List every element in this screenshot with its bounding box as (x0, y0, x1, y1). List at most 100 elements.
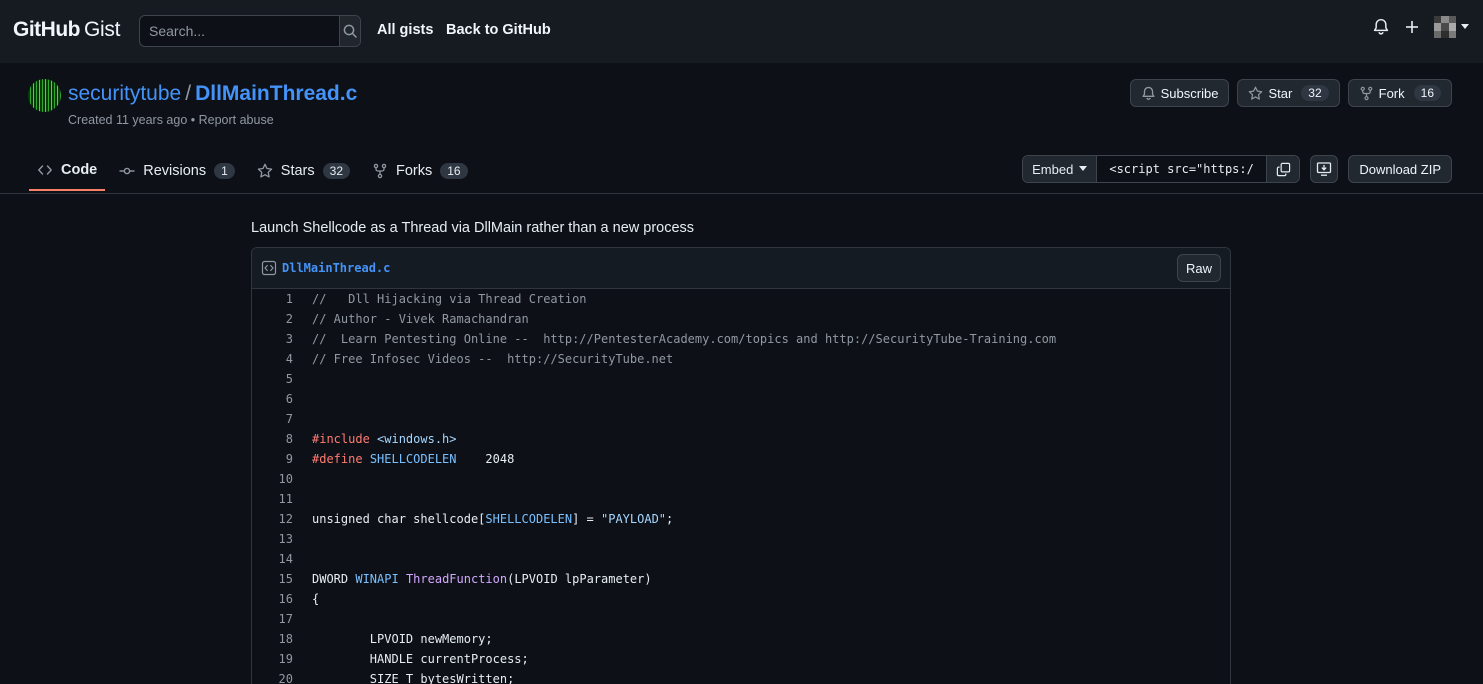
github-gist-logo[interactable]: GitHub Gist (13, 18, 120, 42)
logo-github-text: GitHub (13, 18, 80, 41)
line-code: // Learn Pentesting Online -- http://Pen… (312, 332, 1057, 346)
search-input[interactable] (140, 16, 339, 46)
raw-button[interactable]: Raw (1176, 254, 1221, 282)
code-line: 19 HANDLE currentProcess; (252, 649, 1230, 669)
file-header: DllMainThread.c Raw (252, 248, 1230, 289)
code-line: 6 (252, 389, 1230, 409)
tab-revisions[interactable]: Revisions 1 (111, 151, 243, 191)
line-number[interactable]: 9 (252, 449, 293, 469)
subscribe-label: Subscribe (1160, 85, 1219, 101)
line-number[interactable]: 19 (252, 649, 293, 669)
revisions-count: 1 (214, 163, 235, 179)
search-button[interactable] (339, 16, 360, 46)
code-line: 5 (252, 369, 1230, 389)
gist-actions: Subscribe Star 32 Fork 16 (1129, 79, 1452, 107)
code-line: 16 { (252, 589, 1230, 609)
header-right-controls (1372, 16, 1469, 38)
line-code: // Dll Hijacking via Thread Creation (312, 292, 587, 306)
line-code: LPVOID newMemory; (312, 632, 493, 646)
line-number[interactable]: 13 (252, 529, 293, 549)
line-number[interactable]: 3 (252, 329, 293, 349)
line-number[interactable]: 20 (252, 669, 293, 684)
tab-code[interactable]: Code (29, 151, 106, 191)
open-desktop-button[interactable] (1310, 155, 1339, 183)
tab-stars[interactable]: Stars 32 (249, 151, 358, 191)
code-line: 2 // Author - Vivek Ramachandran (252, 309, 1230, 329)
desktop-download-icon (1317, 162, 1332, 176)
tab-forks[interactable]: Forks 16 (364, 151, 476, 191)
search-box (139, 15, 361, 47)
code-line: 1 // Dll Hijacking via Thread Creation (252, 289, 1230, 309)
user-menu[interactable] (1434, 16, 1469, 38)
bell-icon[interactable] (1372, 18, 1390, 36)
line-code: HANDLE currentProcess; (312, 652, 529, 666)
gist-header: securitytube / DllMainThread.c Created 11 … (0, 63, 1483, 194)
title-separator: / (185, 82, 192, 105)
code-line: 11 (252, 489, 1230, 509)
line-number[interactable]: 18 (252, 629, 293, 649)
code-line: 18 LPVOID newMemory; (252, 629, 1230, 649)
top-header: GitHub Gist All gists Back to GitHub (0, 0, 1483, 63)
fork-icon (1360, 86, 1372, 100)
embed-code-field[interactable]: <script src="https:/ (1097, 156, 1268, 182)
all-gists-link[interactable]: All gists (377, 22, 433, 38)
code-line: 9 #define SHELLCODELEN 2048 (252, 449, 1230, 469)
code-line: 7 (252, 409, 1230, 429)
embed-label: Embed (1032, 161, 1074, 177)
gist-title: securitytube / DllMainThread.c (68, 82, 357, 106)
code-line: 10 (252, 469, 1230, 489)
code-line: 15 DWORD WINAPI ThreadFunction(LPVOID lpP… (252, 569, 1230, 589)
line-code: SIZE_T bytesWritten; (312, 672, 515, 684)
star-icon (257, 163, 273, 178)
embed-select[interactable]: Embed (1023, 156, 1098, 182)
fork-button[interactable]: Fork 16 (1347, 79, 1452, 107)
embed-tools: Embed <script src="https:/ Download ZIP (1022, 155, 1452, 183)
gist-description: Launch Shellcode as a Thread via DllMain… (251, 220, 695, 236)
logo-gist-text: Gist (83, 18, 121, 41)
owner-avatar[interactable] (28, 79, 61, 112)
line-number[interactable]: 14 (252, 549, 293, 569)
back-to-github-link[interactable]: Back to GitHub (446, 22, 551, 38)
line-number[interactable]: 6 (252, 389, 293, 409)
line-number[interactable]: 11 (252, 489, 293, 509)
line-code: #include <windows.h> (312, 432, 457, 446)
stars-count: 32 (322, 163, 350, 179)
star-button[interactable]: Star 32 (1237, 79, 1340, 107)
fork-count: 16 (1413, 85, 1441, 101)
line-number[interactable]: 17 (252, 609, 293, 629)
line-number[interactable]: 12 (252, 509, 293, 529)
embed-group: Embed <script src="https:/ (1022, 155, 1301, 183)
line-code: // Author - Vivek Ramachandran (312, 312, 529, 326)
line-number[interactable]: 1 (252, 289, 293, 309)
gist-file-link[interactable]: DllMainThread.c (195, 82, 357, 105)
code-body: 1 // Dll Hijacking via Thread Creation 2 //… (252, 289, 1230, 684)
line-number[interactable]: 4 (252, 349, 293, 369)
plus-icon[interactable] (1404, 19, 1420, 35)
code-icon (38, 165, 52, 175)
tab-forks-label: Forks (396, 163, 433, 179)
line-number[interactable]: 8 (252, 429, 293, 449)
file-name-link[interactable]: DllMainThread.c (282, 261, 390, 275)
line-number[interactable]: 7 (252, 409, 293, 429)
copy-button[interactable] (1267, 156, 1300, 182)
gist-meta: Created 11 years ago • Report abuse (68, 113, 274, 127)
download-zip-button[interactable]: Download ZIP (1348, 155, 1452, 183)
code-line: 14 (252, 549, 1230, 569)
caret-down-icon (1079, 166, 1088, 171)
line-number[interactable]: 2 (252, 309, 293, 329)
commit-icon (119, 167, 135, 175)
subscribe-button[interactable]: Subscribe (1129, 79, 1230, 107)
tab-stars-label: Stars (280, 163, 315, 179)
code-line: 12 unsigned char shellcode[SHELLCODELEN] … (252, 509, 1230, 529)
code-line: 3 // Learn Pentesting Online -- http://Pe… (252, 329, 1230, 349)
line-number[interactable]: 10 (252, 469, 293, 489)
line-number[interactable]: 5 (252, 369, 293, 389)
line-number[interactable]: 16 (252, 589, 293, 609)
owner-link[interactable]: securitytube (68, 82, 181, 105)
line-number[interactable]: 15 (252, 569, 293, 589)
